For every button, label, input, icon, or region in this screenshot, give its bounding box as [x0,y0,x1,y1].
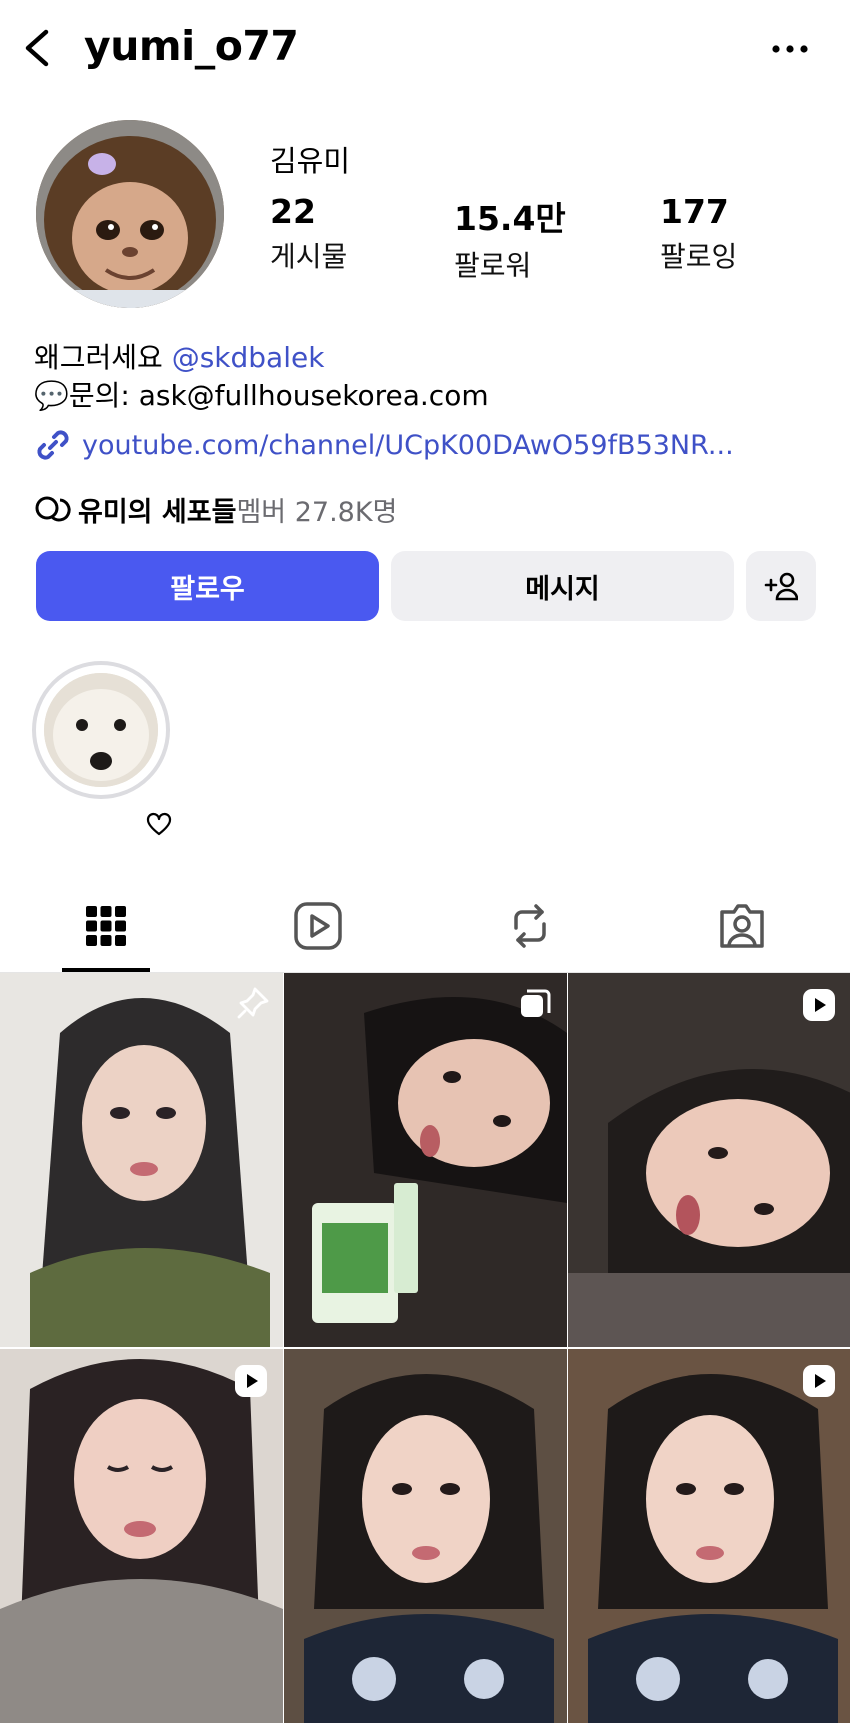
link-icon [37,430,69,460]
stat-followers[interactable]: 15.4만 팔로워 [454,192,566,284]
stat-label: 게시물 [270,240,348,273]
pin-icon [237,987,269,1019]
community-row[interactable]: 유미의 세포들 멤버 27.8K명 [34,490,397,529]
external-link[interactable]: youtube.com/channel/UCpK00DAwO59fB53NR..… [34,426,734,464]
community-icon [35,496,71,521]
profile-avatar[interactable] [36,120,224,308]
post-thumbnail[interactable] [568,973,850,1347]
stat-value: 177 [660,192,729,231]
post-thumbnail[interactable] [284,1349,567,1723]
profile-tabs [0,880,850,973]
avatar-image [36,120,224,308]
heart-icon [146,812,172,836]
stat-value: 15.4만 [454,199,566,238]
bio-text: 왜그러세요 [34,341,172,374]
community-members: 멤버 27.8K명 [236,497,398,528]
community-name: 유미의 세포들 [78,497,237,528]
add-person-icon [764,572,798,601]
post-thumbnail[interactable] [0,973,283,1347]
stat-posts[interactable]: 22 게시물 [270,192,347,275]
bio-line-2: 💬문의: ask@fullhousekorea.com [34,379,489,412]
stat-value: 22 [270,192,316,231]
bio-mention-link[interactable]: @skdbalek [172,341,325,374]
stat-label: 팔로워 [454,249,532,282]
active-tab-indicator [62,968,150,972]
message-button[interactable]: 메시지 [391,551,734,621]
post-thumbnail[interactable] [0,1349,283,1723]
reel-icon [235,1365,267,1397]
reposts-icon[interactable] [502,898,558,954]
post-thumbnail[interactable] [568,1349,850,1723]
story-highlight[interactable] [32,661,170,799]
reel-icon [803,1365,835,1397]
stat-label: 팔로잉 [660,240,738,273]
highlight-cover [44,673,158,787]
profile-full-name: 김유미 [270,144,351,178]
grid-icon[interactable] [78,898,134,954]
post-thumbnail[interactable] [284,973,567,1347]
suggest-people-button[interactable] [746,551,816,621]
follow-button[interactable]: 팔로우 [36,551,379,621]
profile-username: yumi_o77 [84,22,299,70]
profile-header: yumi_o77 [0,0,850,100]
reels-icon[interactable] [290,898,346,954]
tagged-icon[interactable] [714,898,770,954]
bio-line-1: 왜그러세요 @skdbalek [34,336,324,376]
carousel-icon [521,989,551,1017]
link-text: youtube.com/channel/UCpK00DAwO59fB53NR..… [82,429,734,461]
more-options-icon[interactable] [770,34,810,64]
stat-following[interactable]: 177 팔로잉 [660,192,737,275]
reel-icon [803,989,835,1021]
back-icon[interactable] [18,26,58,70]
